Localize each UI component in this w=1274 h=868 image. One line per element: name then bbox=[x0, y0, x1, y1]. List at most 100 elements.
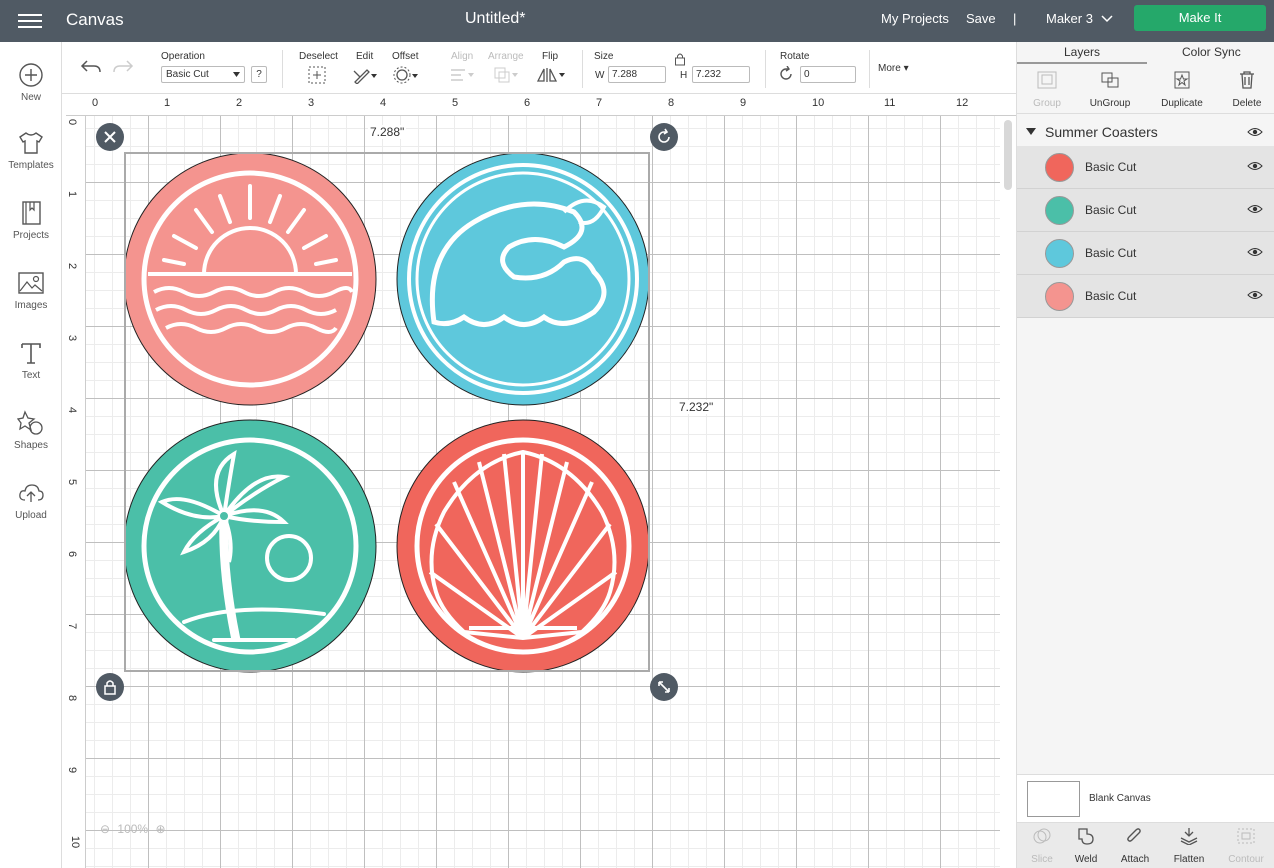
redo-icon[interactable] bbox=[112, 58, 134, 76]
vertical-scrollbar[interactable] bbox=[1004, 120, 1012, 190]
ruler-y-label: 9 bbox=[66, 766, 79, 774]
hamburger-menu-icon[interactable] bbox=[18, 11, 42, 31]
flip-label: Flip bbox=[542, 51, 559, 62]
text-icon bbox=[21, 343, 41, 364]
layer-thumbnail bbox=[1045, 196, 1074, 225]
sidebar-item-shapes[interactable]: Shapes bbox=[0, 410, 62, 472]
contour-button[interactable]: Contour bbox=[1221, 827, 1271, 865]
layer-row[interactable]: Basic Cut bbox=[1017, 189, 1274, 232]
zoom-level: 100% bbox=[117, 822, 149, 836]
flatten-label: Flatten bbox=[1173, 854, 1205, 865]
lock-icon bbox=[104, 680, 116, 695]
sidebar-item-projects[interactable]: Projects bbox=[0, 200, 62, 262]
ruler-x-label: 5 bbox=[452, 97, 459, 109]
eye-icon[interactable] bbox=[1247, 161, 1263, 171]
ruler-y-label: 4 bbox=[66, 406, 79, 414]
layer-row[interactable]: Basic Cut bbox=[1017, 275, 1274, 318]
document-title[interactable]: Untitled* bbox=[465, 10, 525, 28]
ungroup-button[interactable]: UnGroup bbox=[1080, 70, 1140, 109]
weld-button[interactable]: Weld bbox=[1061, 827, 1111, 865]
resize-diagonal-icon bbox=[658, 681, 670, 693]
zoom-out-icon[interactable]: ⊖ bbox=[100, 822, 110, 836]
undo-icon[interactable] bbox=[80, 58, 102, 76]
lock-aspect-icon[interactable] bbox=[674, 52, 686, 66]
flatten-button[interactable]: Flatten bbox=[1164, 827, 1214, 865]
ruler-y-label: 10 bbox=[69, 835, 82, 849]
eye-icon[interactable] bbox=[1247, 127, 1263, 137]
slice-button[interactable]: Slice bbox=[1017, 827, 1067, 865]
sidebar-item-upload[interactable]: Upload bbox=[0, 480, 62, 542]
sidebar-item-new[interactable]: New bbox=[0, 62, 62, 124]
width-value: 7.288 bbox=[612, 69, 638, 80]
delete-handle[interactable] bbox=[96, 123, 124, 151]
operation-label: Operation bbox=[161, 51, 205, 62]
sidebar-item-images[interactable]: Images bbox=[0, 270, 62, 332]
toolbar-divider bbox=[282, 50, 283, 88]
layer-row[interactable]: Basic Cut bbox=[1017, 232, 1274, 275]
delete-button[interactable]: Delete bbox=[1217, 70, 1274, 109]
my-projects-link[interactable]: My Projects bbox=[881, 11, 949, 26]
bottom-actions: Slice Weld Attach Flatten Contour bbox=[1017, 822, 1274, 868]
operation-help-button[interactable]: ? bbox=[251, 66, 267, 83]
lock-handle[interactable] bbox=[96, 673, 124, 701]
group-icon bbox=[1037, 71, 1057, 89]
layer-label: Basic Cut bbox=[1085, 246, 1137, 260]
weld-label: Weld bbox=[1074, 854, 1098, 865]
tab-color-sync[interactable]: Color Sync bbox=[1182, 45, 1241, 59]
rotate-handle[interactable] bbox=[650, 123, 678, 151]
eye-icon[interactable] bbox=[1247, 204, 1263, 214]
blank-canvas-swatch[interactable] bbox=[1027, 781, 1080, 817]
deselect-icon[interactable] bbox=[308, 66, 326, 84]
more-menu[interactable]: More ▾ bbox=[878, 63, 909, 74]
plus-circle-icon bbox=[19, 63, 43, 87]
duplicate-button[interactable]: Duplicate bbox=[1152, 70, 1212, 109]
arrange-label: Arrange bbox=[488, 51, 524, 62]
edit-icon[interactable] bbox=[352, 66, 378, 84]
design-canvas[interactable]: 0 1 2 3 4 5 6 7 8 9 10 11 12 0 1 2 3 4 5 6 7 8 9 10 bbox=[66, 94, 1016, 868]
eye-icon[interactable] bbox=[1247, 247, 1263, 257]
zoom-in-icon[interactable]: ⊕ bbox=[155, 822, 165, 836]
toolbar-divider bbox=[765, 50, 766, 88]
layer-row[interactable]: Basic Cut bbox=[1017, 146, 1274, 189]
selection-box[interactable] bbox=[124, 152, 650, 672]
layers-panel: Layers Color Sync Group UnGroup Duplicat… bbox=[1016, 42, 1274, 868]
flip-icon[interactable] bbox=[536, 66, 566, 84]
delete-label: Delete bbox=[1232, 98, 1262, 109]
scale-handle[interactable] bbox=[650, 673, 678, 701]
height-input[interactable]: 7.232 bbox=[692, 66, 750, 83]
ruler-x-label: 12 bbox=[956, 97, 969, 109]
slice-label: Slice bbox=[1031, 854, 1053, 865]
slice-icon bbox=[1033, 828, 1051, 844]
horizontal-ruler: 0 1 2 3 4 5 6 7 8 9 10 11 12 bbox=[66, 94, 1016, 116]
rotate-value: 0 bbox=[804, 69, 810, 80]
make-it-button[interactable]: Make It bbox=[1134, 5, 1266, 31]
attach-button[interactable]: Attach bbox=[1110, 827, 1160, 865]
sidebar-item-text[interactable]: Text bbox=[0, 340, 62, 402]
ruler-x-label: 11 bbox=[884, 97, 896, 109]
save-link[interactable]: Save bbox=[966, 11, 996, 26]
rotate-input[interactable]: 0 bbox=[800, 66, 856, 83]
close-icon bbox=[104, 131, 116, 143]
width-input[interactable]: 7.288 bbox=[608, 66, 666, 83]
chevron-down-icon[interactable] bbox=[1100, 11, 1114, 25]
rotate-icon[interactable] bbox=[778, 66, 794, 82]
ruler-x-label: 0 bbox=[92, 97, 99, 109]
sidebar-item-templates[interactable]: Templates bbox=[0, 130, 62, 192]
operation-select[interactable]: Basic Cut bbox=[161, 66, 245, 83]
layer-label: Basic Cut bbox=[1085, 160, 1137, 174]
attach-label: Attach bbox=[1120, 854, 1150, 865]
offset-icon[interactable] bbox=[393, 66, 419, 84]
eye-icon[interactable] bbox=[1247, 290, 1263, 300]
rotate-icon bbox=[658, 128, 670, 143]
ruler-y-label: 7 bbox=[66, 622, 79, 630]
machine-selector[interactable]: Maker 3 bbox=[1046, 11, 1093, 26]
ruler-x-label: 6 bbox=[524, 97, 531, 109]
tab-layers[interactable]: Layers bbox=[1064, 45, 1100, 59]
group-button[interactable]: Group bbox=[1017, 70, 1077, 109]
layer-group-row[interactable]: Summer Coasters bbox=[1017, 118, 1274, 146]
ruler-y-label: 3 bbox=[66, 334, 79, 342]
trash-icon bbox=[1240, 71, 1254, 89]
caret-down-icon[interactable] bbox=[1026, 128, 1036, 136]
caret-down-icon bbox=[233, 72, 240, 77]
zoom-control[interactable]: ⊖ 100% ⊕ bbox=[100, 822, 166, 836]
